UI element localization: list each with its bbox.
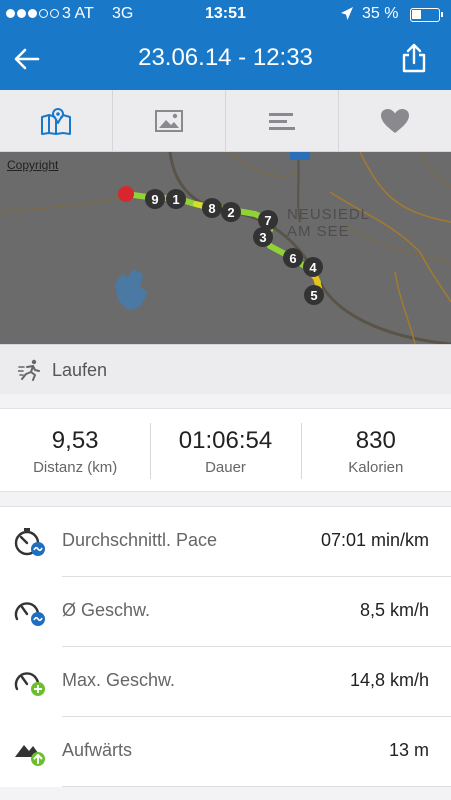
calories-value: 830 — [355, 427, 396, 454]
tab-bar — [0, 90, 451, 152]
stopwatch-avg-icon — [14, 528, 45, 556]
activity-type-label: Laufen — [52, 360, 108, 380]
stat-value: 14,8 km/h — [349, 670, 429, 690]
status-time: 13:51 — [205, 5, 246, 22]
svg-text:9: 9 — [151, 192, 158, 207]
route-map[interactable]: Copyright NEUSIEDL AM SEE 9 1 8 2 7 3 6 … — [0, 152, 451, 344]
stats-list: Durchschnittl. Pace 07:01 min/km Ø Gesch… — [0, 506, 451, 787]
tab-photos[interactable] — [113, 90, 226, 151]
heart-icon — [381, 108, 409, 133]
summary-distance: 9,53 Distanz (km) — [0, 409, 150, 491]
km-marker: 7 — [258, 210, 278, 230]
svg-text:1: 1 — [172, 192, 179, 207]
svg-text:6: 6 — [289, 251, 296, 266]
stat-value: 13 m — [388, 740, 429, 760]
battery-percentage: 35 % — [362, 5, 399, 22]
km-marker: 5 — [304, 285, 324, 305]
speedometer-max-icon — [14, 672, 45, 696]
running-icon — [18, 359, 40, 381]
km-marker: 2 — [221, 202, 241, 222]
km-marker: 4 — [303, 257, 323, 277]
page-title: 23.06.14 - 12:33 — [138, 44, 313, 71]
svg-text:8: 8 — [208, 201, 215, 216]
share-icon[interactable] — [400, 42, 428, 74]
km-markers: 9 1 8 2 7 3 6 4 5 — [145, 189, 324, 305]
km-marker: 8 — [202, 198, 222, 218]
svg-text:4: 4 — [309, 260, 317, 275]
svg-text:3: 3 — [259, 230, 266, 245]
svg-text:7: 7 — [264, 213, 271, 228]
stat-label: Max. Geschw. — [62, 670, 176, 690]
distance-value: 9,53 — [51, 427, 99, 454]
km-marker: 1 — [166, 189, 186, 209]
svg-text:2: 2 — [227, 205, 234, 220]
carrier-name: 3 AT — [62, 5, 94, 22]
stat-label: Durchschnittl. Pace — [62, 530, 218, 550]
signal-strength-icon — [6, 9, 59, 18]
battery-icon — [410, 8, 443, 22]
speedometer-avg-icon — [14, 602, 45, 626]
summary-calories: 830 Kalorien — [300, 409, 451, 491]
duration-label: Dauer — [205, 459, 246, 476]
map-pin-icon — [41, 107, 71, 135]
network-type: 3G — [112, 5, 134, 22]
summary-panel: 9,53 Distanz (km) 01:06:54 Dauer 830 Kal… — [0, 408, 451, 492]
elevation-up-icon — [15, 745, 45, 766]
stat-value: 8,5 km/h — [359, 600, 429, 620]
stat-label: Aufwärts — [62, 740, 133, 760]
summary-duration: 01:06:54 Dauer — [150, 409, 300, 491]
tab-map[interactable] — [0, 90, 113, 151]
list-item: Max. Geschw. 14,8 km/h — [0, 647, 451, 717]
stat-label: Ø Geschw. — [62, 600, 151, 620]
list-item: Aufwärts 13 m — [0, 717, 451, 787]
image-icon — [155, 109, 183, 132]
km-marker: 3 — [253, 227, 273, 247]
km-marker: 9 — [145, 189, 165, 209]
bars-icon — [269, 112, 295, 130]
location-arrow-icon — [341, 7, 353, 20]
status-bar: 3 AT 3G 13:51 35 % — [0, 0, 451, 28]
activity-type-row[interactable]: Laufen — [0, 344, 451, 394]
stat-value: 07:01 min/km — [320, 530, 429, 550]
list-item: Durchschnittl. Pace 07:01 min/km — [0, 507, 451, 577]
tab-stats[interactable] — [226, 90, 339, 151]
svg-text:5: 5 — [310, 288, 317, 303]
km-marker: 6 — [283, 248, 303, 268]
calories-label: Kalorien — [348, 459, 404, 476]
tab-heart[interactable] — [339, 90, 451, 151]
list-item: Ø Geschw. 8,5 km/h — [0, 577, 451, 647]
duration-value: 01:06:54 — [178, 427, 273, 454]
header-bar: 23.06.14 - 12:33 — [0, 28, 451, 90]
distance-label: Distanz (km) — [33, 459, 118, 476]
